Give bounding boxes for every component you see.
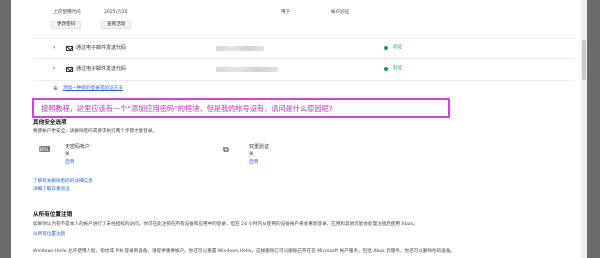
method-label: 通过电子邮件发送代码 — [76, 45, 127, 51]
redacted-email — [216, 67, 278, 72]
mail-icon — [66, 46, 73, 51]
scrollbar-thumb[interactable] — [582, 40, 586, 80]
chat-bubbles-icon: ⧉ — [223, 145, 229, 154]
type-value: 帐户验证 — [331, 10, 350, 15]
method-label: 通过电子邮件发送代码 — [76, 66, 127, 72]
two-step-state: 关 — [249, 152, 254, 157]
verified-dot-icon — [384, 67, 388, 71]
add-icon[interactable]: ⊕ — [53, 86, 58, 92]
two-step-card[interactable]: ⧉ 双重验证 关 启用 — [219, 143, 381, 177]
monitor-icon: ⌨ — [39, 145, 51, 154]
account-security-page: 上次使用时间 2025/7/20 用于 帐户验证 更改密码 查看活动 › 通过电… — [11, 0, 587, 258]
divider — [33, 38, 575, 39]
chevron-right-icon[interactable]: › — [53, 45, 55, 51]
chevron-right-icon[interactable]: › — [53, 66, 55, 72]
method-status: 验证 — [393, 45, 403, 50]
method-status: 验证 — [393, 66, 403, 71]
sign-out-link[interactable]: 从所有位置注销 — [33, 232, 65, 238]
two-step-info-link[interactable]: 详细了解双重验证 — [33, 187, 70, 193]
annotation-text: 按照教程，这里应该有一个“添加应用密码”的框块，但是我的帐号没有，请问是什么原因… — [41, 104, 333, 113]
passwordless-state: 关 — [65, 152, 70, 157]
passwordless-title: 无密码帐户 — [65, 144, 91, 150]
passwordless-card[interactable]: ⌨ 无密码帐户 关 启用 — [35, 143, 197, 177]
verified-dot-icon — [384, 46, 388, 50]
divider — [33, 80, 575, 81]
last-used-value: 2025/7/20 — [104, 10, 128, 15]
two-step-enable-link[interactable]: 启用 — [249, 160, 258, 166]
sign-out-desc: 如果你认为有不是本人的帐户进行了未经授权的访问，你可在此注销在所有设备和应用中的… — [33, 222, 418, 227]
last-used-label: 上次使用时间 — [53, 10, 81, 15]
advanced-security-desc: 要使帐户更安全，请删除密码或要求执行两个步骤才能登录。 — [33, 129, 158, 134]
annotation-box: 按照教程，这里应该有一个“添加应用密码”的框块，但是我的帐号没有，请问是什么原因… — [32, 98, 450, 118]
mail-icon — [66, 67, 73, 72]
scrollbar[interactable] — [581, 0, 587, 258]
windows-hello-desc: Windows Hello 允许使用人脸、指纹或 PIN 登录到设备，请提供重要… — [33, 249, 456, 254]
view-activity-button[interactable]: 查看活动 — [101, 21, 132, 29]
change-password-button[interactable]: 更改密码 — [51, 21, 82, 29]
add-method-link[interactable]: 添加一种新的登录或验证方法 — [63, 86, 123, 92]
redacted-email — [216, 46, 264, 51]
passwordless-info-link[interactable]: 了解有关删除密码的详细信息 — [33, 179, 93, 185]
two-step-title: 双重验证 — [249, 144, 270, 150]
passwordless-enable-link[interactable]: 启用 — [65, 160, 74, 166]
advanced-security-title: 其他安全选项 — [33, 120, 67, 126]
sign-out-title: 从所有位置注销 — [33, 212, 73, 218]
divider — [33, 58, 575, 59]
type-label: 用于 — [281, 10, 291, 15]
